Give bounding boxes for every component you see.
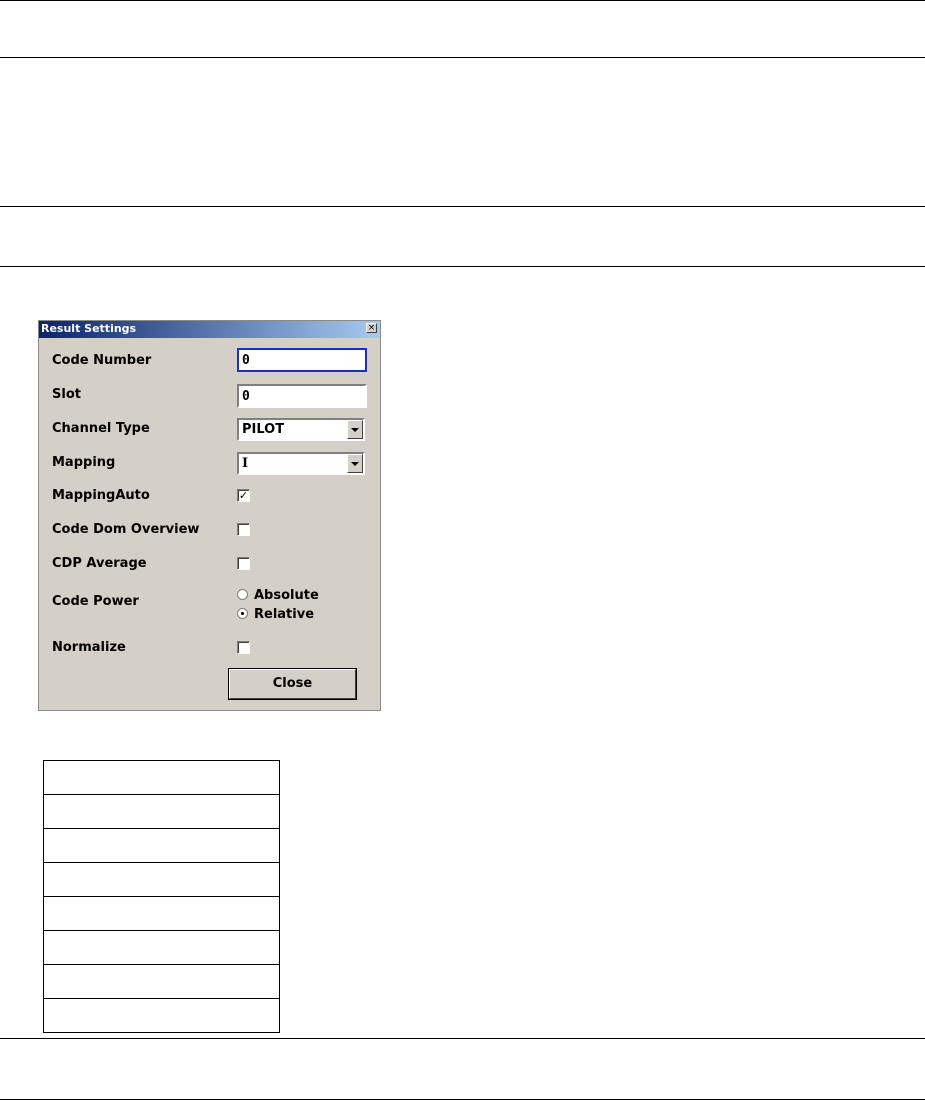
result-settings-dialog: Result Settings × Code Number 0 Slot 0 C… [38,320,381,711]
code-number-label: Code Number [52,353,152,368]
dialog-titlebar[interactable]: Result Settings × [39,321,380,338]
table-row [43,760,280,795]
slot-input[interactable]: 0 [237,384,367,408]
absolute-option-label: Absolute [254,588,319,603]
chevron-down-icon[interactable] [347,454,363,473]
table-cell [43,964,280,999]
code-dom-overview-checkbox[interactable] [237,523,250,536]
mapping-select[interactable]: I [237,452,365,475]
table-cell [43,896,280,931]
normalize-checkbox[interactable] [237,641,250,654]
table-cell [43,760,280,795]
empty-table [43,760,280,1033]
table-row [43,828,280,863]
chevron-down-icon[interactable] [347,420,363,439]
channel-type-value: PILOT [242,422,285,437]
table-cell [43,828,280,863]
code-dom-overview-label: Code Dom Overview [52,522,200,537]
table-cell [43,862,280,897]
mapping-auto-label: MappingAuto [52,488,150,503]
cdp-average-checkbox[interactable] [237,557,250,570]
mapping-label: Mapping [52,455,116,470]
channel-type-select[interactable]: PILOT [237,418,365,441]
code-power-absolute-radio[interactable]: Absolute [237,588,319,603]
divider-3 [0,206,925,207]
radio-absolute-icon[interactable] [237,589,248,600]
divider-2 [0,57,925,58]
divider-4 [0,266,925,267]
table-row [43,930,280,965]
dialog-title: Result Settings [41,322,137,335]
cdp-average-label: CDP Average [52,556,147,571]
table-cell [43,794,280,829]
radio-relative-icon[interactable] [237,608,248,619]
mapping-value: I [242,456,249,471]
divider-1 [0,0,925,1]
divider-5 [0,1038,925,1039]
normalize-label: Normalize [52,640,126,655]
relative-option-label: Relative [254,607,315,622]
code-power-relative-radio[interactable]: Relative [237,607,314,622]
code-number-input[interactable]: 0 [237,348,367,372]
table-row [43,896,280,931]
slot-label: Slot [52,387,81,402]
table-cell [43,998,280,1033]
table-row [43,964,280,999]
table-row [43,794,280,829]
channel-type-label: Channel Type [52,421,150,436]
mapping-auto-checkbox[interactable]: ✓ [237,489,250,502]
table-row [43,862,280,897]
code-power-label: Code Power [52,594,139,609]
close-icon[interactable]: × [366,323,377,333]
table-cell [43,930,280,965]
table-row [43,998,280,1033]
close-button[interactable]: Close [228,668,357,700]
